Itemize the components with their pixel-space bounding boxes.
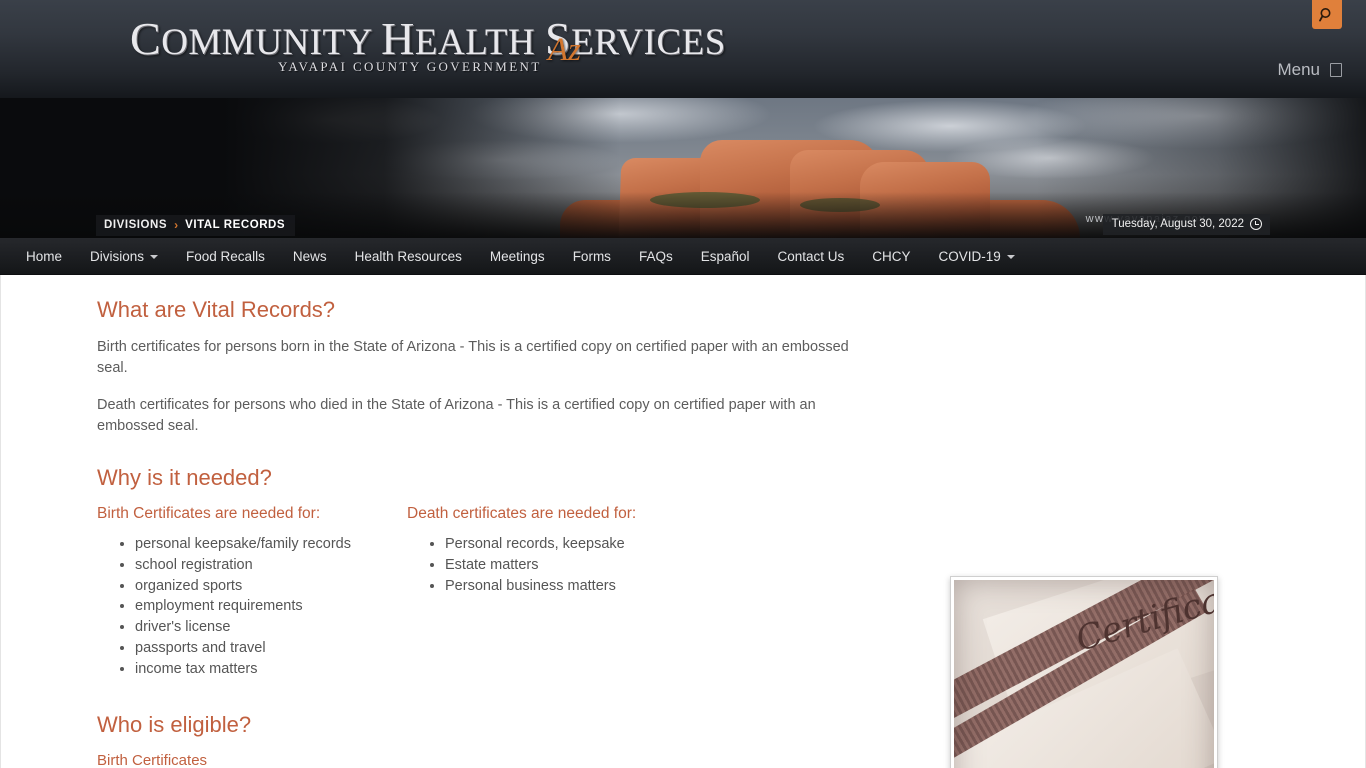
search-icon: [1319, 7, 1331, 22]
list-item: Personal records, keepsake: [445, 534, 787, 555]
nav-item-espa-ol[interactable]: Español: [687, 238, 764, 275]
nav-item-label: Español: [700, 248, 750, 264]
heading-why-is-it-needed: Why is it needed?: [97, 465, 272, 490]
nav-item-home[interactable]: Home: [12, 238, 76, 275]
nav-item-food-recalls[interactable]: Food Recalls: [172, 238, 279, 275]
chevron-down-icon: [150, 255, 159, 259]
nav-item-label: Forms: [572, 248, 611, 264]
nav-item-forms[interactable]: Forms: [559, 238, 625, 275]
subheading-death-certificates-needed: Death certificates are needed for:: [407, 505, 637, 522]
date-display: Tuesday, August 30, 2022: [1102, 214, 1270, 235]
nav-item-label: FAQs: [638, 248, 673, 264]
list-item: driver's license: [135, 617, 407, 638]
nav-item-news[interactable]: News: [279, 238, 341, 275]
nav-item-label: Home: [26, 248, 63, 264]
breadcrumb-item-divisions[interactable]: DIVISIONS: [104, 219, 167, 231]
nav-item-chcy[interactable]: CHCY: [858, 238, 924, 275]
death-certificates-column: Death certificates are needed for: Perso…: [407, 505, 787, 680]
breadcrumb-item-current: VITAL RECORDS: [185, 219, 286, 231]
list-item: income tax matters: [135, 659, 407, 680]
site-logo[interactable]: COMMUNITY HEALTH SERVICES Az YAVAPAI COU…: [130, 13, 726, 86]
needed-for-columns: Birth Certificates are needed for: perso…: [97, 505, 887, 680]
clock-icon: [1250, 218, 1262, 230]
subheading-birth-certificates: Birth Certificates: [97, 751, 208, 768]
heading-who-is-eligible: Who is eligible?: [97, 711, 252, 737]
nav-item-divisions[interactable]: Divisions: [76, 238, 172, 275]
paragraph-birth-certificates: Birth certificates for persons born in t…: [97, 339, 849, 376]
birth-certificates-column: Birth Certificates are needed for: perso…: [97, 505, 407, 680]
menu-toggle-button[interactable]: Menu: [1277, 60, 1342, 80]
list-item: passports and travel: [135, 638, 407, 659]
death-certificates-list: Personal records, keepsakeEstate matters…: [407, 534, 787, 596]
nav-item-label: COVID-19: [938, 248, 1001, 264]
nav-item-contact-us[interactable]: Contact Us: [764, 238, 859, 275]
main-navigation: Home Divisions Food Recalls News Health Reso…: [0, 238, 1366, 275]
nav-item-label: Contact Us: [777, 248, 845, 264]
list-item: organized sports: [135, 576, 407, 597]
logo-title: COMMUNITY HEALTH SERVICES: [130, 13, 726, 64]
nav-item-label: Divisions: [90, 248, 145, 264]
list-item: Estate matters: [445, 555, 787, 576]
list-item: employment requirements: [135, 596, 407, 617]
nav-item-health-resources[interactable]: Health Resources: [341, 238, 476, 275]
list-item: personal keepsake/family records: [135, 534, 407, 555]
nav-item-label: Health Resources: [354, 248, 462, 264]
menu-square-icon: [1330, 63, 1342, 77]
paragraph-death-certificates: Death certificates for persons who died …: [97, 397, 816, 434]
nav-item-label: News: [292, 248, 327, 264]
breadcrumb-chevron-icon: ›: [174, 218, 179, 232]
nav-item-meetings[interactable]: Meetings: [476, 238, 559, 275]
logo-az-mark: Az: [548, 32, 581, 68]
search-button[interactable]: [1312, 0, 1342, 29]
subheading-birth-certificates-needed: Birth Certificates are needed for:: [97, 505, 321, 522]
list-item: Personal business matters: [445, 576, 787, 597]
breadcrumb: DIVISIONS › VITAL RECORDS: [96, 215, 296, 236]
nav-item-faqs[interactable]: FAQs: [625, 238, 687, 275]
date-text: Tuesday, August 30, 2022: [1111, 218, 1244, 230]
logo-subtitle: YAVAPAI COUNTY GOVERNMENT: [278, 59, 542, 74]
main-content: What are Vital Records? Birth certificat…: [0, 275, 1366, 768]
menu-toggle-label: Menu: [1277, 60, 1320, 79]
chevron-down-icon: [1006, 255, 1015, 259]
site-header: COMMUNITY HEALTH SERVICES Az YAVAPAI COU…: [0, 0, 1366, 98]
nav-item-label: CHCY: [872, 248, 911, 264]
certificates-photo: Certificat lbs PLACE OF BIRT City and AT…: [954, 580, 1214, 768]
birth-certificates-list: personal keepsake/family recordsschool r…: [97, 534, 407, 680]
nav-item-label: Meetings: [489, 248, 545, 264]
nav-item-label: Food Recalls: [186, 248, 265, 264]
content-column: What are Vital Records? Birth certificat…: [97, 297, 887, 768]
list-item: school registration: [135, 555, 407, 576]
nav-item-covid-19[interactable]: COVID-19: [925, 238, 1029, 275]
page-banner: www.yavapaiaz.gov DIVISIONS › VITAL RECO…: [0, 98, 1366, 238]
photo-vignette: [954, 580, 1214, 768]
certificates-image-card: Certificat lbs PLACE OF BIRT City and AT…: [950, 576, 1218, 768]
heading-what-are-vital-records: What are Vital Records?: [97, 297, 336, 322]
